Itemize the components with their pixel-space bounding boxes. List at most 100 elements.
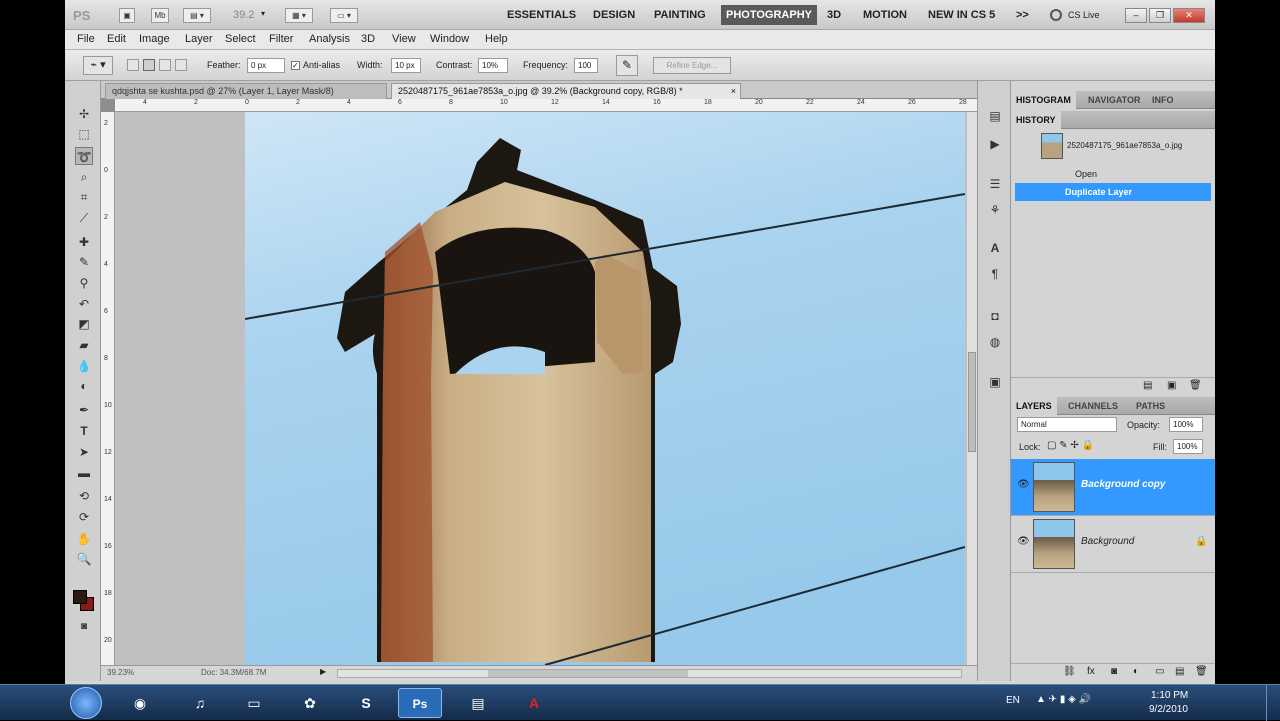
dodge-tool-icon[interactable]: ◐: [75, 377, 93, 395]
fill-field[interactable]: 100%: [1173, 439, 1203, 454]
canvas-image[interactable]: [245, 112, 965, 665]
taskbar-picasa-icon[interactable]: ✿: [288, 688, 332, 718]
workspace-new-in-cs5[interactable]: NEW IN CS 5: [923, 5, 1000, 25]
layer-style-icon[interactable]: fx: [1087, 666, 1095, 677]
tab-navigator[interactable]: NAVIGATOR: [1083, 91, 1146, 109]
eraser-tool-icon[interactable]: ◩: [75, 315, 93, 333]
zoom-dropdown-icon[interactable]: ▾: [261, 9, 265, 18]
menu-layer[interactable]: Layer: [185, 33, 213, 45]
view-extras-button[interactable]: ▤ ▾: [183, 8, 211, 23]
start-button[interactable]: [70, 687, 102, 719]
history-item-duplicate-layer[interactable]: Duplicate Layer: [1015, 183, 1211, 201]
path-selection-tool-icon[interactable]: ➤: [75, 443, 93, 461]
layer-name[interactable]: Background copy: [1081, 479, 1165, 490]
anti-alias-checkbox[interactable]: ✓: [291, 61, 300, 70]
history-snapshot[interactable]: 2520487175_961ae7853a_o.jpg: [1011, 131, 1215, 163]
horizontal-scroll-thumb[interactable]: [488, 670, 688, 677]
subtract-from-selection-icon[interactable]: [159, 59, 171, 71]
layer-row-background-copy[interactable]: 👁 Background copy: [1011, 459, 1215, 516]
zoom-tool-icon[interactable]: 🔍: [75, 550, 93, 568]
clock-date[interactable]: 9/2/2010: [1149, 704, 1188, 715]
taskbar-acrobat-icon[interactable]: A: [512, 688, 556, 718]
pen-pressure-button[interactable]: ✎: [616, 55, 638, 76]
eyedropper-tool-icon[interactable]: ⟋: [75, 209, 93, 227]
crop-tool-icon[interactable]: ⌗: [75, 188, 93, 206]
workspace-motion[interactable]: MOTION: [858, 5, 912, 25]
intersect-selection-icon[interactable]: [175, 59, 187, 71]
layer-row-background[interactable]: 👁 Background 🔒: [1011, 516, 1215, 573]
delete-layer-icon[interactable]: 🗑: [1195, 666, 1208, 677]
opacity-field[interactable]: 100%: [1169, 417, 1203, 432]
taskbar-browser-icon[interactable]: ◉: [118, 688, 162, 718]
layer-mask-icon[interactable]: ◙: [1111, 666, 1117, 677]
clone-source-panel-icon[interactable]: ▣: [985, 373, 1005, 391]
quick-selection-tool-icon[interactable]: ⌕: [75, 168, 93, 186]
foreground-color-swatch[interactable]: [73, 590, 87, 604]
new-selection-icon[interactable]: [127, 59, 139, 71]
show-desktop-button[interactable]: [1266, 685, 1280, 721]
width-field[interactable]: 10 px: [391, 58, 421, 73]
quick-mask-icon[interactable]: ◙: [75, 618, 93, 636]
clone-stamp-tool-icon[interactable]: ⚲: [75, 274, 93, 292]
type-tool-icon[interactable]: T: [75, 422, 93, 440]
blend-mode-select[interactable]: Normal: [1017, 417, 1117, 432]
workspace-painting[interactable]: PAINTING: [649, 5, 711, 25]
brush-panel-icon[interactable]: ⚘: [985, 201, 1005, 219]
tab-histogram[interactable]: HISTOGRAM: [1011, 91, 1076, 109]
tab-layers[interactable]: LAYERS: [1011, 397, 1057, 415]
magnetic-lasso-tool-icon[interactable]: ➰: [75, 147, 93, 165]
vertical-scrollbar[interactable]: [967, 112, 977, 665]
layer-name[interactable]: Background: [1081, 536, 1134, 547]
menu-filter[interactable]: Filter: [269, 33, 293, 45]
blur-tool-icon[interactable]: 💧: [75, 357, 93, 375]
workspace-design[interactable]: DESIGN: [588, 5, 640, 25]
arrange-documents-button[interactable]: ▦ ▾: [285, 8, 313, 23]
3d-orbit-tool-icon[interactable]: ⟳: [75, 508, 93, 526]
menu-3d[interactable]: 3D: [361, 33, 375, 45]
menu-analysis[interactable]: Analysis: [309, 33, 350, 45]
new-snapshot-icon[interactable]: ▣: [1167, 380, 1176, 391]
delete-state-icon[interactable]: 🗑: [1189, 380, 1202, 391]
taskbar-photoshop-icon[interactable]: Ps: [398, 688, 442, 718]
horizontal-scrollbar[interactable]: [337, 669, 962, 678]
hand-tool-icon[interactable]: ✋: [75, 530, 93, 548]
gradient-tool-icon[interactable]: ▰: [75, 336, 93, 354]
tab-paths[interactable]: PATHS: [1131, 397, 1170, 415]
brush-tool-icon[interactable]: ✎: [75, 253, 93, 271]
tab-history[interactable]: HISTORY: [1011, 111, 1061, 129]
history-item-open[interactable]: Open: [1015, 165, 1211, 183]
paragraph-panel-icon[interactable]: ¶: [985, 265, 1005, 283]
history-brush-tool-icon[interactable]: ↶: [75, 295, 93, 313]
character-panel-icon[interactable]: A: [985, 239, 1005, 257]
tab-info[interactable]: INFO: [1147, 91, 1179, 109]
mini-bridge-button[interactable]: Mb: [151, 8, 169, 23]
shape-tool-icon[interactable]: ▬: [75, 464, 93, 482]
add-to-selection-icon[interactable]: [143, 59, 155, 71]
new-layer-icon[interactable]: ▤: [1175, 666, 1184, 677]
launch-bridge-button[interactable]: ▣: [119, 8, 135, 23]
pen-tool-icon[interactable]: ✒: [75, 401, 93, 419]
taskbar-explorer-icon[interactable]: ▭: [232, 688, 276, 718]
lock-icons[interactable]: ▢ ✎ ✢ 🔒: [1047, 440, 1094, 451]
link-layers-icon[interactable]: ⛓: [1063, 666, 1076, 677]
document-tab-active[interactable]: 2520487175_961ae7853a_o.jpg @ 39.2% (Bac…: [391, 83, 741, 99]
new-group-icon[interactable]: ▭: [1155, 666, 1164, 677]
marquee-tool-icon[interactable]: ⬚: [75, 125, 93, 143]
status-zoom[interactable]: 39.23%: [107, 668, 134, 677]
visibility-eye-icon[interactable]: 👁: [1017, 536, 1030, 547]
feather-field[interactable]: 0 px: [247, 58, 285, 73]
workspace-photography[interactable]: PHOTOGRAPHY: [721, 5, 817, 25]
close-tab-icon[interactable]: ×: [731, 84, 736, 99]
3d-rotate-tool-icon[interactable]: ⟲: [75, 487, 93, 505]
menu-help[interactable]: Help: [485, 33, 508, 45]
taskbar-skype-icon[interactable]: S: [344, 688, 388, 718]
healing-brush-tool-icon[interactable]: ✚: [75, 233, 93, 251]
styles-panel-icon[interactable]: ◍: [985, 333, 1005, 351]
adjustment-layer-icon[interactable]: ◐: [1133, 666, 1139, 677]
clock-time[interactable]: 1:10 PM: [1151, 690, 1188, 701]
taskbar-itunes-icon[interactable]: ♫: [178, 688, 222, 718]
tab-channels[interactable]: CHANNELS: [1063, 397, 1123, 415]
workspace-3d[interactable]: 3D: [822, 5, 846, 25]
menu-window[interactable]: Window: [430, 33, 469, 45]
move-tool-icon[interactable]: ✢: [75, 105, 93, 123]
